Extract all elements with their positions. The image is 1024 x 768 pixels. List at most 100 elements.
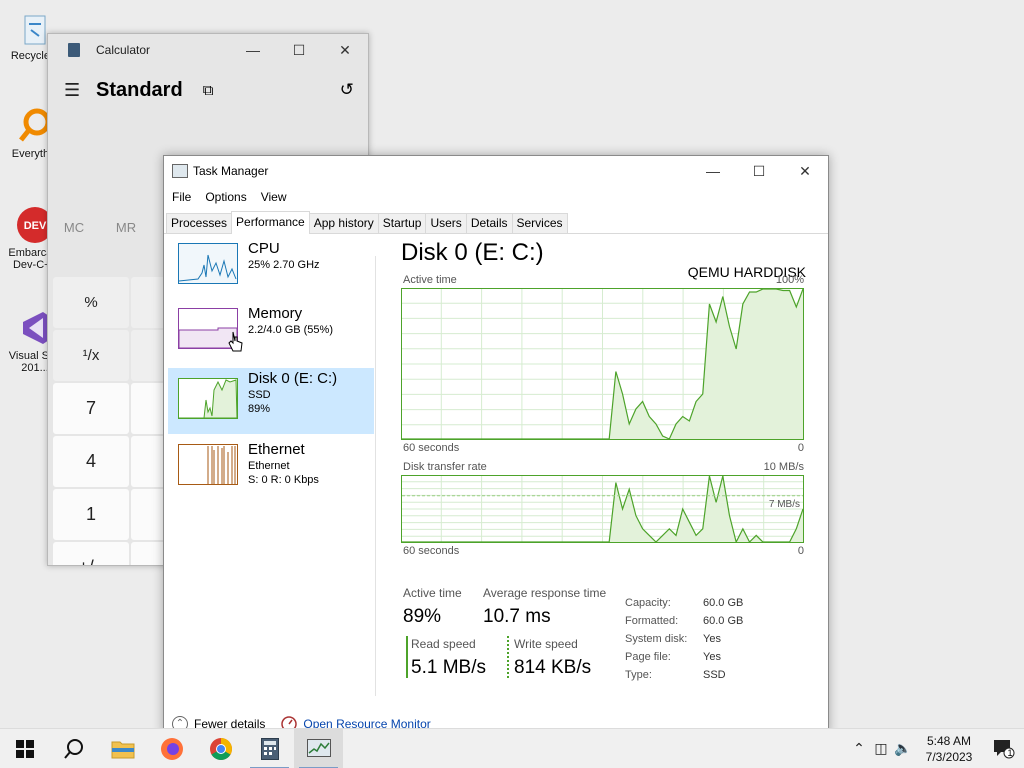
taskbar-calculator[interactable] xyxy=(245,729,294,768)
property-row: Type: SSD xyxy=(625,669,726,681)
response-time-label: Average response time xyxy=(483,586,607,600)
resource-memory[interactable]: Memory 2.2/4.0 GB (55%) xyxy=(168,303,374,363)
resource-sub: 2.2/4.0 GB (55%) xyxy=(248,324,333,336)
property-row: Page file: Yes xyxy=(625,651,721,663)
task-manager-title: Task Manager xyxy=(193,164,269,178)
digit-4-key[interactable]: 4 xyxy=(53,436,129,487)
tab-services[interactable]: Services xyxy=(511,213,568,233)
show-hidden-icons-chevron-icon[interactable]: ⌃ xyxy=(848,740,870,757)
notification-count: 1 xyxy=(1007,747,1013,758)
chart2-label: Disk transfer rate xyxy=(403,461,487,473)
write-speed-value: 814 KB/s xyxy=(514,657,592,678)
maximize-button[interactable]: ☐ xyxy=(736,156,782,187)
ethernet-thumbnail-graph xyxy=(178,444,238,485)
search-button[interactable] xyxy=(49,729,98,768)
folder-icon xyxy=(111,741,134,758)
memory-clear-button[interactable]: MC xyxy=(48,220,100,235)
tab-users[interactable]: Users xyxy=(425,213,467,233)
hamburger-menu-icon[interactable]: ☰ xyxy=(64,80,96,101)
minimize-button[interactable]: — xyxy=(230,34,276,66)
tab-performance[interactable]: Performance xyxy=(231,211,310,234)
chart2-max: 10 MB/s xyxy=(763,461,804,473)
chrome-icon xyxy=(209,737,232,760)
calculator-icon xyxy=(260,737,279,760)
firefox-icon xyxy=(160,737,183,760)
minimize-button[interactable]: — xyxy=(690,156,736,187)
taskbar-file-explorer[interactable] xyxy=(98,729,147,768)
negate-key[interactable]: +/_ xyxy=(53,542,129,565)
panel-divider[interactable] xyxy=(375,256,376,696)
taskbar: ⌃ ◫ 🔈 5:48 AM 7/3/2023 1 xyxy=(0,728,1024,768)
system-tray: ⌃ ◫ 🔈 5:48 AM 7/3/2023 1 xyxy=(848,729,1024,768)
disk-detail-panel: Disk 0 (E: C:) QEMU HARDDISK Active time… xyxy=(401,238,806,557)
digit-7-key[interactable]: 7 xyxy=(53,383,129,434)
volume-muted-icon[interactable]: 🔈 xyxy=(892,740,914,757)
read-speed-value: 5.1 MB/s xyxy=(411,657,486,678)
reciprocal-key[interactable]: ¹/x xyxy=(53,330,129,381)
chart1-max: 100% xyxy=(775,274,804,286)
property-row: Formatted: 60.0 GB xyxy=(625,615,744,627)
tab-startup[interactable]: Startup xyxy=(377,213,427,233)
resource-cpu[interactable]: CPU 25% 2.70 GHz xyxy=(168,238,374,298)
network-icon[interactable]: ◫ xyxy=(870,740,892,757)
clock-time: 5:48 AM xyxy=(926,733,972,748)
chart2-xlabel: 60 seconds xyxy=(403,545,460,557)
tab-processes[interactable]: Processes xyxy=(166,213,233,233)
taskbar-task-manager[interactable] xyxy=(294,728,343,768)
resource-name: Disk 0 (E: C:) xyxy=(248,370,338,387)
memory-recall-button[interactable]: MR xyxy=(100,220,152,235)
percent-key[interactable]: % xyxy=(53,277,129,328)
write-speed-label: Write speed xyxy=(514,637,578,651)
transfer-rate-chart: 7 MB/s xyxy=(401,475,804,543)
svg-text:DEV: DEV xyxy=(24,220,47,232)
calculator-titlebar[interactable]: Calculator — ☐ ✕ xyxy=(48,34,368,66)
close-button[interactable]: ✕ xyxy=(782,156,828,187)
chart1-label: Active time xyxy=(403,274,457,286)
task-manager-titlebar[interactable]: Task Manager — ☐ ✕ xyxy=(164,156,828,186)
resource-name: Ethernet xyxy=(248,441,305,458)
resource-sub: 25% 2.70 GHz xyxy=(248,259,320,271)
menu-options[interactable]: Options xyxy=(205,190,246,204)
rate-marker-label: 7 MB/s xyxy=(769,499,800,510)
calculator-title: Calculator xyxy=(96,43,151,57)
cpu-thumbnail-graph xyxy=(178,243,238,284)
keep-on-top-icon[interactable]: ⧉ xyxy=(203,82,214,99)
property-row: System disk: Yes xyxy=(625,633,721,645)
tab-app-history[interactable]: App history xyxy=(308,213,379,233)
search-icon xyxy=(63,738,83,759)
property-row: Capacity: 60.0 GB xyxy=(625,597,744,609)
tab-details[interactable]: Details xyxy=(465,213,513,233)
resource-sub: SSD xyxy=(248,389,271,401)
resource-disk[interactable]: Disk 0 (E: C:) SSD 89% xyxy=(168,368,374,434)
menu-view[interactable]: View xyxy=(261,190,287,204)
resource-sub2: 89% xyxy=(248,403,271,415)
calculator-mode-title: Standard xyxy=(96,78,183,101)
read-speed-marker xyxy=(406,636,408,678)
task-manager-window[interactable]: Task Manager — ☐ ✕ File Options View Pro… xyxy=(163,155,829,735)
write-speed-marker xyxy=(507,636,509,678)
menu-file[interactable]: File xyxy=(172,190,191,204)
close-button[interactable]: ✕ xyxy=(322,34,368,66)
active-time-value: 89% xyxy=(403,606,442,627)
start-button[interactable] xyxy=(0,729,49,768)
resource-ethernet[interactable]: Ethernet Ethernet S: 0 R: 0 Kbps xyxy=(168,439,374,499)
maximize-button[interactable]: ☐ xyxy=(276,34,322,66)
resource-list: CPU 25% 2.70 GHz Memory 2.2/4.0 GB (55%)… xyxy=(168,238,374,504)
active-time-chart xyxy=(401,288,804,440)
resource-name: CPU xyxy=(248,240,280,257)
taskbar-chrome[interactable] xyxy=(196,729,245,768)
calculator-app-icon xyxy=(68,43,80,57)
response-time-value: 10.7 ms xyxy=(483,606,551,627)
history-icon[interactable]: ↺ xyxy=(340,80,354,100)
clock-date: 7/3/2023 xyxy=(925,749,973,764)
digit-1-key[interactable]: 1 xyxy=(53,489,129,540)
resource-sub2: S: 0 R: 0 Kbps xyxy=(248,474,319,486)
windows-logo-icon xyxy=(15,739,34,758)
clock[interactable]: 5:48 AM 7/3/2023 xyxy=(914,733,984,765)
task-manager-icon xyxy=(306,738,331,757)
disk-properties: Capacity: 60.0 GB Formatted: 60.0 GB Syste… xyxy=(625,594,743,684)
taskbar-firefox[interactable] xyxy=(147,729,196,768)
resource-name: Memory xyxy=(248,305,303,322)
chart1-min: 0 xyxy=(797,442,804,454)
action-center-button[interactable]: 1 xyxy=(984,739,1024,759)
